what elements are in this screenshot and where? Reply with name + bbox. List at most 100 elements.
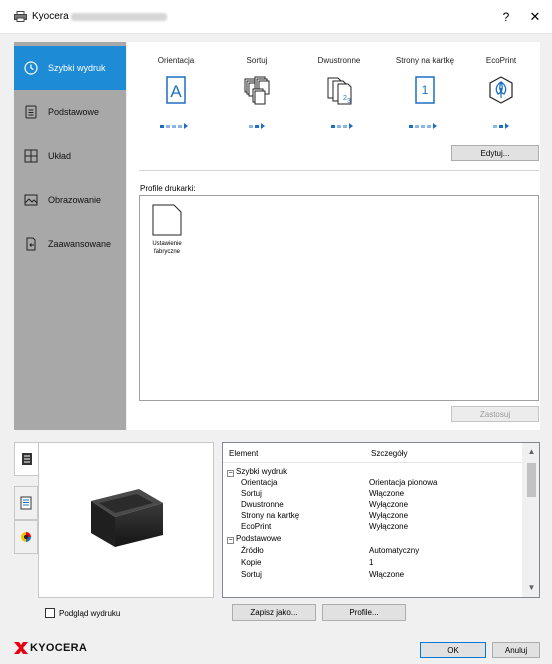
table-row[interactable]: Orientacja Orientacja pionowa [241,477,531,488]
option-label-orientation: Orientacja [157,56,195,65]
row-value: Wyłączone [369,511,409,520]
svg-text:3: 3 [347,98,351,105]
option-label-collate: Sortuj [246,56,268,65]
row-name: EcoPrint [241,522,272,531]
printer-icon [14,11,27,22]
brand-name: KYOCERA [30,642,88,654]
edit-button[interactable]: Edytuj... [451,145,539,161]
sidebar-nav: Szybki wydruk Podstawowe Układ Obrazowan… [14,42,126,430]
details-scrollbar[interactable]: ▲ ▼ [522,443,539,597]
orientation-portrait-icon[interactable]: A [162,76,190,104]
image-icon [24,193,38,207]
nav-item-label: Zaawansowane [48,239,112,249]
table-row[interactable]: EcoPrint Wyłączone [241,521,531,532]
collate-icon[interactable] [243,76,271,105]
kyocera-logo: KYOCERA [14,642,87,654]
option-selector-pages-per-sheet[interactable] [409,123,437,129]
row-value: 1 [369,558,374,567]
row-name: Źródło [241,546,264,555]
nav-item-label: Układ [48,151,72,161]
printer-icon [21,453,32,465]
collapse-icon[interactable]: − [227,470,234,477]
close-button[interactable]: ✕ [526,8,544,26]
profiles-label: Profile drukarki: [140,184,196,193]
quick-print-panel: Orientacja A Sortuj Dwustronne 2 3 Stron… [127,42,540,430]
nav-item-label: Szybki wydruk [48,63,106,73]
option-label-duplex: Dwustronne [317,56,361,65]
row-value: Wyłączone [369,522,409,531]
table-row[interactable]: Strony na kartkę Wyłączone [241,510,531,521]
tab-color-preview[interactable] [14,520,38,554]
print-preview-label: Podgląd wydruku [59,608,121,618]
collapse-icon[interactable]: − [227,537,234,544]
tab-printer-preview[interactable] [14,442,38,476]
nav-item-advanced[interactable]: Zaawansowane [14,222,126,266]
settings-details-table[interactable]: Element Szczegóły − Szybki wydruk Orienta… [222,442,540,598]
printer-preview [38,442,214,598]
help-button[interactable]: ? [496,8,516,26]
table-row[interactable]: Źródło Automatyczny [241,545,531,556]
ecoprint-icon[interactable] [487,76,515,104]
ok-button[interactable]: OK [420,642,486,658]
clock-icon [24,61,38,75]
save-as-button[interactable]: Zapisz jako... [232,604,316,621]
nav-item-imaging[interactable]: Obrazowanie [14,178,126,222]
profile-factory-default[interactable] [152,204,182,236]
window-title-blurred [71,13,167,21]
option-label-ecoprint: EcoPrint [485,56,517,65]
table-row[interactable]: Sortuj Włączone [241,569,531,580]
print-preview-checkbox[interactable]: Podgląd wydruku [45,608,120,618]
title-bar: Kyocera ? ✕ [0,0,552,34]
cancel-button[interactable]: Anuluj [492,642,540,658]
row-name: Dwustronne [241,500,284,509]
pages-per-sheet-value: 1 [421,83,429,97]
row-name: Szybki wydruk [236,467,288,476]
scroll-thumb[interactable] [527,463,536,497]
page-icon [20,496,32,510]
column-header-element: Element [229,449,259,458]
option-selector-orientation[interactable] [160,123,188,129]
checkbox-box[interactable] [45,608,55,618]
table-row[interactable]: Sortuj Włączone [241,488,531,499]
printer-image [91,489,163,547]
advanced-icon [24,237,38,251]
color-icon [21,532,31,542]
scroll-up-icon[interactable]: ▲ [527,447,536,457]
nav-item-layout[interactable]: Układ [14,134,126,178]
profiles-list[interactable]: Ustawienie fabryczne [139,195,539,401]
row-name: Strony na kartkę [241,511,300,520]
option-label-pages-per-sheet: Strony na kartkę [395,56,455,65]
svg-text:A: A [170,82,182,101]
row-name: Sortuj [241,570,262,579]
row-value: Orientacja pionowa [369,478,438,487]
nav-item-quick-print[interactable]: Szybki wydruk [14,46,126,90]
preview-side-tabs [14,442,38,564]
row-name: Podstawowe [236,534,282,543]
option-selector-duplex[interactable] [331,123,353,129]
row-value: Wyłączone [369,500,409,509]
nav-item-label: Podstawowe [48,107,100,117]
tab-page-preview[interactable] [14,486,38,520]
row-value: Włączone [369,489,405,498]
profiles-button[interactable]: Profile... [322,604,406,621]
table-row[interactable]: Dwustronne Wyłączone [241,499,531,510]
table-row[interactable]: Kopie 1 [241,557,531,568]
pages-per-sheet-icon[interactable]: 1 [411,76,439,104]
duplex-icon[interactable]: 2 3 [326,76,354,105]
apply-button[interactable]: Zastosuj [451,406,539,422]
details-header: Element Szczegóły [223,443,523,463]
scroll-down-icon[interactable]: ▼ [527,583,536,593]
kyocera-logo-mark-icon [14,642,28,654]
layout-icon [24,149,38,163]
row-value: Włączone [369,570,405,579]
column-header-details: Szczegóły [371,449,408,458]
option-selector-ecoprint[interactable] [493,123,509,129]
document-icon [24,105,38,119]
profile-label: Ustawienie fabryczne [152,241,182,255]
divider [139,170,539,171]
row-name: Kopie [241,558,262,567]
row-name: Sortuj [241,489,262,498]
row-name: Orientacja [241,478,278,487]
nav-item-basic[interactable]: Podstawowe [14,90,126,134]
option-selector-collate[interactable] [249,123,265,129]
